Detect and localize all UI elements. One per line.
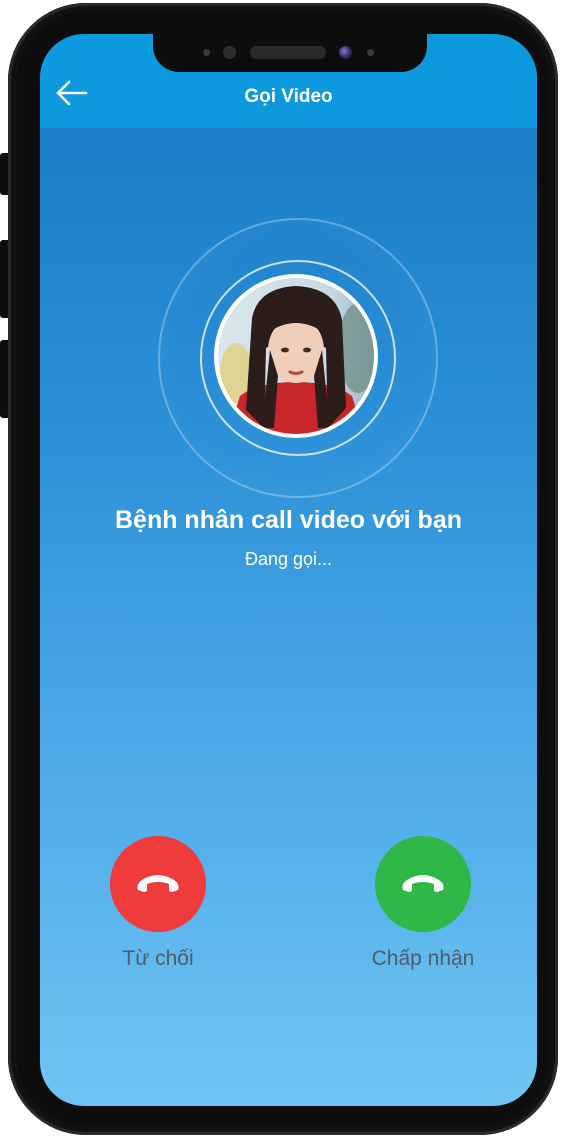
caller-photo xyxy=(218,278,374,434)
caller-title: Bệnh nhân call video với bạn xyxy=(114,506,462,534)
phone-notch xyxy=(153,34,427,72)
decline-button[interactable] xyxy=(110,836,206,932)
earpiece-speaker xyxy=(250,46,326,59)
call-screen: Gọi Video Bệnh nhân call video với bạn Đ… xyxy=(40,34,537,1106)
phone-hangup-icon xyxy=(402,875,444,892)
call-status: Đang gọi... xyxy=(244,549,333,569)
sensor-dot xyxy=(203,49,210,56)
phone-hangup-icon xyxy=(137,875,179,892)
avatar xyxy=(218,278,374,434)
front-camera xyxy=(339,46,352,59)
page-title: Gọi Video xyxy=(244,86,333,107)
sensor-dot xyxy=(367,49,374,56)
accept-button[interactable] xyxy=(375,836,471,932)
decline-label: Từ chối xyxy=(122,947,194,970)
phone-mockup: Gọi Video Bệnh nhân call video với bạn Đ… xyxy=(0,0,568,1138)
accept-label: Chấp nhận xyxy=(371,947,475,970)
sensor-dot xyxy=(223,46,236,59)
